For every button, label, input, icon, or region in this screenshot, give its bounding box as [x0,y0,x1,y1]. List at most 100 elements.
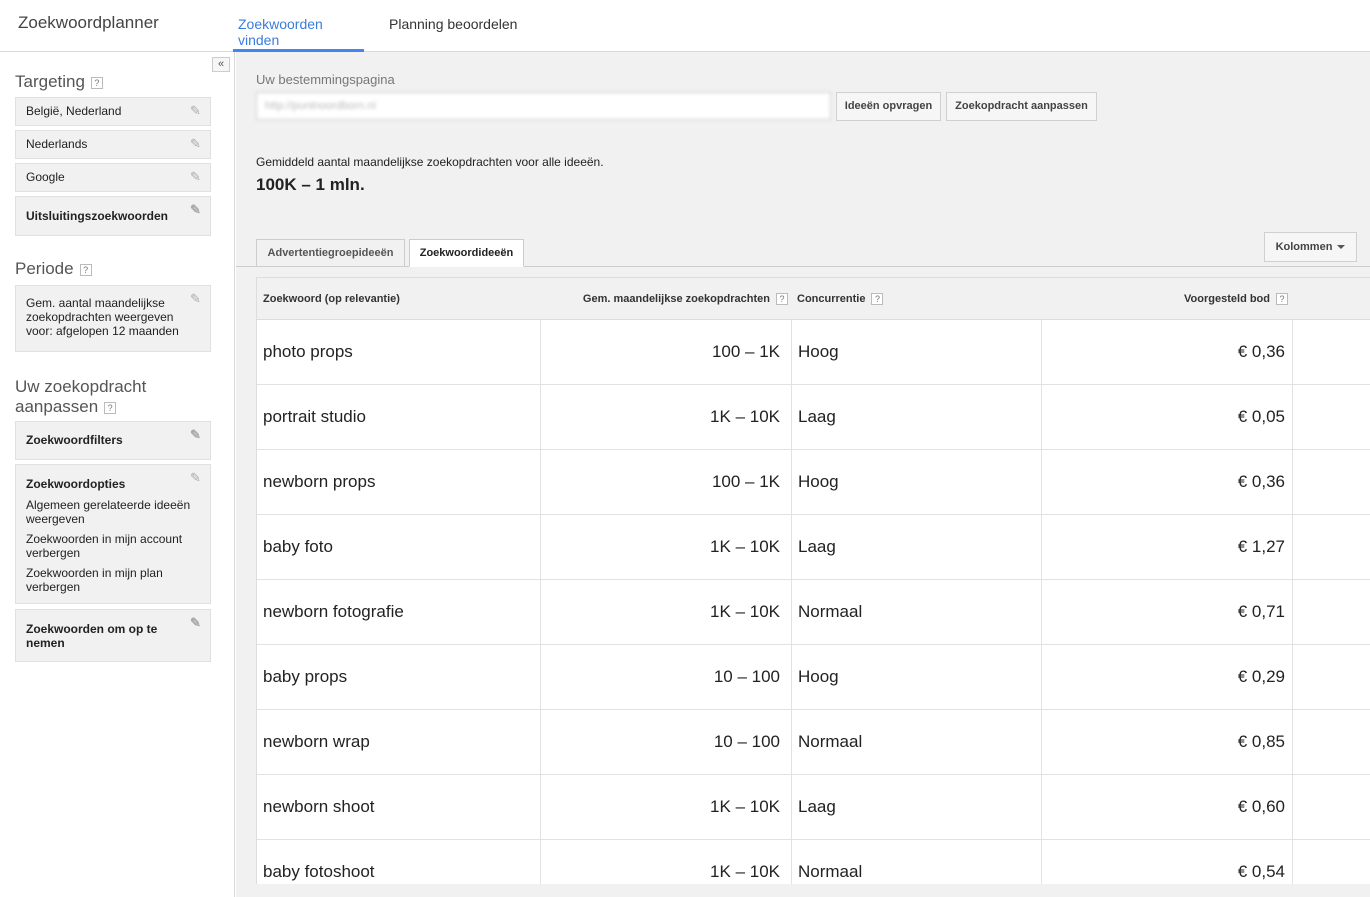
volume-cell: 1K – 10K [540,515,785,579]
table-row[interactable]: newborn wrap 10 – 100 Normaal € 0,85 [257,710,1370,775]
competition-cell: Laag [791,775,1041,839]
adjust-title-line: aanpassen [15,397,99,416]
targeting-network[interactable]: Google ✎ [15,163,211,192]
header-keyword-label: Zoekwoord (op relevantie) [263,293,400,305]
help-icon[interactable]: ? [871,293,884,306]
help-icon[interactable]: ? [104,401,117,414]
app-title: Zoekwoordplanner [18,13,159,32]
pencil-icon[interactable]: ✎ [190,292,204,306]
period-box[interactable]: Gem. aantal maandelijkse zoekopdrachten … [15,285,211,352]
header-competition[interactable]: Concurrentie? [797,293,884,306]
volume-cell: 10 – 100 [540,645,785,709]
bid-cell: € 1,27 [1041,515,1293,579]
keyword-cell: newborn shoot [263,797,375,816]
table-row[interactable]: photo props 100 – 1K Hoog € 0,36 [257,320,1370,385]
columns-button[interactable]: Kolommen [1264,232,1357,262]
targeting-language-label: Nederlands [26,137,88,151]
bid-cell: € 0,36 [1041,320,1293,384]
volume-cell: 1K – 10K [540,385,785,449]
bid-cell: € 0,05 [1041,385,1293,449]
columns-button-label: Kolommen [1275,241,1333,253]
table-header: Zoekwoord (op relevantie) Gem. maandelij… [257,278,1370,320]
competition-cell: Normaal [791,840,1041,884]
table-row[interactable]: baby props 10 – 100 Hoog € 0,29 [257,645,1370,710]
period-heading: Periode? [15,259,92,279]
help-icon[interactable]: ? [79,263,92,276]
keyword-cell: newborn wrap [263,732,370,751]
option-line: weergeven [26,512,85,526]
pencil-icon[interactable]: ✎ [190,170,204,184]
volume-cell: 10 – 100 [540,710,785,774]
competition-cell: Hoog [791,450,1041,514]
include-line: nemen [26,636,65,650]
help-icon[interactable]: ? [90,76,103,89]
competition-cell: Laag [791,385,1041,449]
keywords-to-include[interactable]: Zoekwoorden om op te nemen ✎ [15,609,211,662]
pencil-icon[interactable]: ✎ [190,137,204,151]
period-line: zoekopdrachten weergeven [26,310,174,324]
tab-find-keywords[interactable]: Zoekwoorden vinden [233,16,364,52]
bid-cell: € 0,29 [1041,645,1293,709]
pencil-icon[interactable]: ✎ [190,471,204,485]
bid-cell: € 0,54 [1041,840,1293,884]
bid-cell: € 0,85 [1041,710,1293,774]
collapse-sidebar-button[interactable]: « [212,57,230,72]
option-line: verbergen [26,580,81,594]
volume-cell: 100 – 1K [540,320,785,384]
competition-cell: Normaal [791,580,1041,644]
pencil-icon[interactable]: ✎ [190,203,204,217]
keyword-cell: portrait studio [263,407,366,426]
negative-keywords-label: Uitsluitingszoekwoorden [26,209,169,223]
targeting-location-label: België, Nederland [26,104,122,118]
tab-review-plan[interactable]: Planning beoordelen [384,16,522,52]
get-ideas-button[interactable]: Ideeën opvragen [836,92,941,121]
header-volume-label: Gem. maandelijkse zoekopdrachten [582,293,770,305]
period-line: Gem. aantal maandelijkse [26,296,165,310]
tab-ad-group-ideas[interactable]: Advertentiegroepideeën [256,239,405,267]
main-panel: Uw bestemmingspagina http://puntnoordbor… [236,52,1370,897]
pencil-icon[interactable]: ✎ [190,428,204,442]
bid-cell: € 0,60 [1041,775,1293,839]
keyword-filters[interactable]: Zoekwoordfilters ✎ [15,421,211,460]
table-row[interactable]: newborn fotografie 1K – 10K Normaal € 0,71 [257,580,1370,645]
table-row[interactable]: portrait studio 1K – 10K Laag € 0,05 [257,385,1370,450]
keyword-cell: photo props [263,342,353,361]
landing-page-input[interactable]: http://puntnoordborn.nl [256,92,831,120]
targeting-network-label: Google [26,170,65,184]
help-icon[interactable]: ? [1276,293,1288,306]
option-line: verbergen [26,546,81,560]
adjust-search-button[interactable]: Zoekopdracht aanpassen [946,92,1097,121]
pencil-icon[interactable]: ✎ [190,104,204,118]
subtab-divider [236,266,1370,267]
table-row[interactable]: baby fotoshoot 1K – 10K Normaal € 0,54 [257,840,1370,884]
tab-keyword-ideas[interactable]: Zoekwoordideeën [409,239,524,267]
targeting-negative-keywords[interactable]: Uitsluitingszoekwoorden ✎ [15,196,211,236]
targeting-language[interactable]: Nederlands ✎ [15,130,211,159]
top-bar: Zoekwoordplanner Zoekwoorden vinden Plan… [0,0,1370,52]
help-icon[interactable]: ? [776,293,788,306]
table-row[interactable]: newborn props 100 – 1K Hoog € 0,36 [257,450,1370,515]
option-line: Algemeen gerelateerde ideeën [26,498,191,512]
header-competition-label: Concurrentie [797,293,866,305]
table-row[interactable]: newborn shoot 1K – 10K Laag € 0,60 [257,775,1370,840]
option-line: Zoekwoorden in mijn account [26,532,183,546]
keyword-table: Zoekwoord (op relevantie) Gem. maandelij… [256,277,1370,884]
header-keyword[interactable]: Zoekwoord (op relevantie) [263,293,400,305]
chevron-down-icon [1337,245,1346,250]
adjust-title-line: Uw zoekopdracht [15,377,147,396]
bid-cell: € 0,71 [1041,580,1293,644]
header-volume[interactable]: Gem. maandelijkse zoekopdrachten? [582,293,788,306]
targeting-location[interactable]: België, Nederland ✎ [15,97,211,126]
table-row[interactable]: baby foto 1K – 10K Laag € 1,27 [257,515,1370,580]
avg-searches-label: Gemiddeld aantal maandelijkse zoekopdrac… [256,155,604,169]
targeting-title: Targeting [15,72,85,91]
header-suggested-bid[interactable]: Voorgesteld bod? [1184,293,1288,306]
pencil-icon[interactable]: ✎ [190,616,204,630]
option-line: Zoekwoorden in mijn plan [26,566,163,580]
keyword-options[interactable]: Zoekwoordopties Algemeen gerelateerde id… [15,464,211,604]
volume-cell: 100 – 1K [540,450,785,514]
volume-cell: 1K – 10K [540,580,785,644]
include-line: Zoekwoorden om op te [26,622,158,636]
sidebar: « Targeting? België, Nederland ✎ Nederla… [0,52,235,897]
header-bid-label: Voorgesteld bod [1184,293,1270,305]
